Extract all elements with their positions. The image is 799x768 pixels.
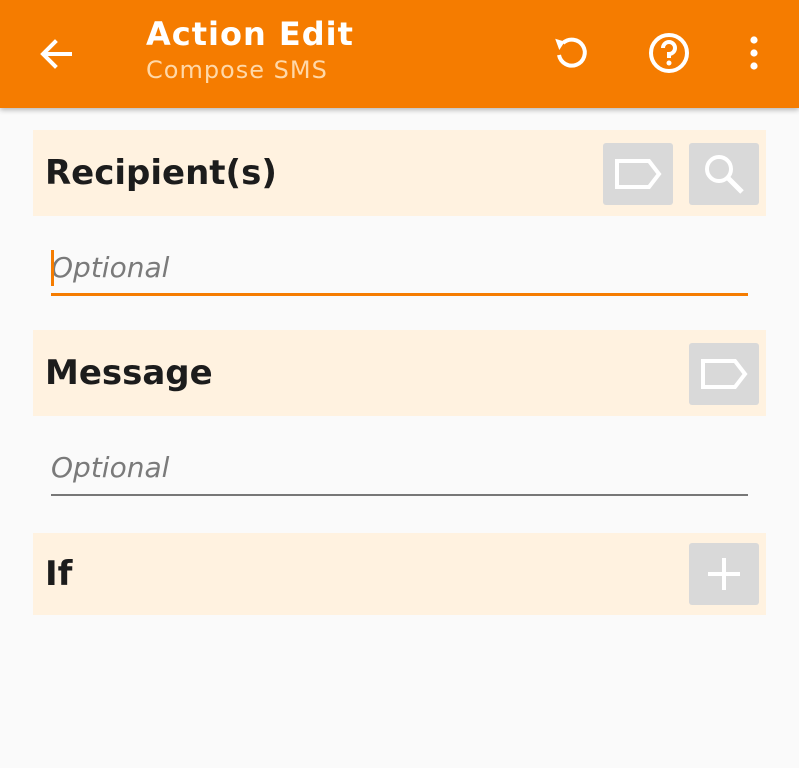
recipient-section-header: Recipient(s) xyxy=(33,130,766,216)
recipient-label: Recipient(s) xyxy=(45,153,277,193)
plus-icon xyxy=(708,558,740,590)
text-cursor xyxy=(51,250,54,286)
recipient-variable-button[interactable] xyxy=(603,143,673,205)
search-icon xyxy=(705,155,744,194)
app-bar: Action Edit Compose SMS xyxy=(0,0,799,108)
tag-icon xyxy=(615,159,662,189)
tag-icon xyxy=(701,359,748,389)
recipient-input[interactable] xyxy=(51,240,748,294)
help-button[interactable] xyxy=(643,27,695,79)
message-input[interactable] xyxy=(51,440,748,494)
message-label: Message xyxy=(45,353,213,393)
recipient-underline xyxy=(51,293,748,296)
page-subtitle: Compose SMS xyxy=(146,56,328,84)
message-field xyxy=(51,440,748,496)
more-vert-icon xyxy=(750,36,758,70)
arrow-back-icon xyxy=(40,39,72,69)
message-underline xyxy=(51,494,748,496)
undo-icon xyxy=(555,37,587,68)
help-icon xyxy=(649,33,689,73)
if-section-header: If xyxy=(33,533,766,615)
recipient-field xyxy=(51,240,748,296)
message-variable-button[interactable] xyxy=(689,343,759,405)
add-condition-button[interactable] xyxy=(689,543,759,605)
title-block: Action Edit Compose SMS xyxy=(146,14,354,86)
back-button[interactable] xyxy=(32,30,80,78)
more-options-button[interactable] xyxy=(728,27,780,79)
undo-button[interactable] xyxy=(545,27,597,79)
if-label: If xyxy=(45,554,73,594)
recipient-search-button[interactable] xyxy=(689,143,759,205)
message-section-header: Message xyxy=(33,330,766,416)
page-title: Action Edit xyxy=(146,15,354,53)
